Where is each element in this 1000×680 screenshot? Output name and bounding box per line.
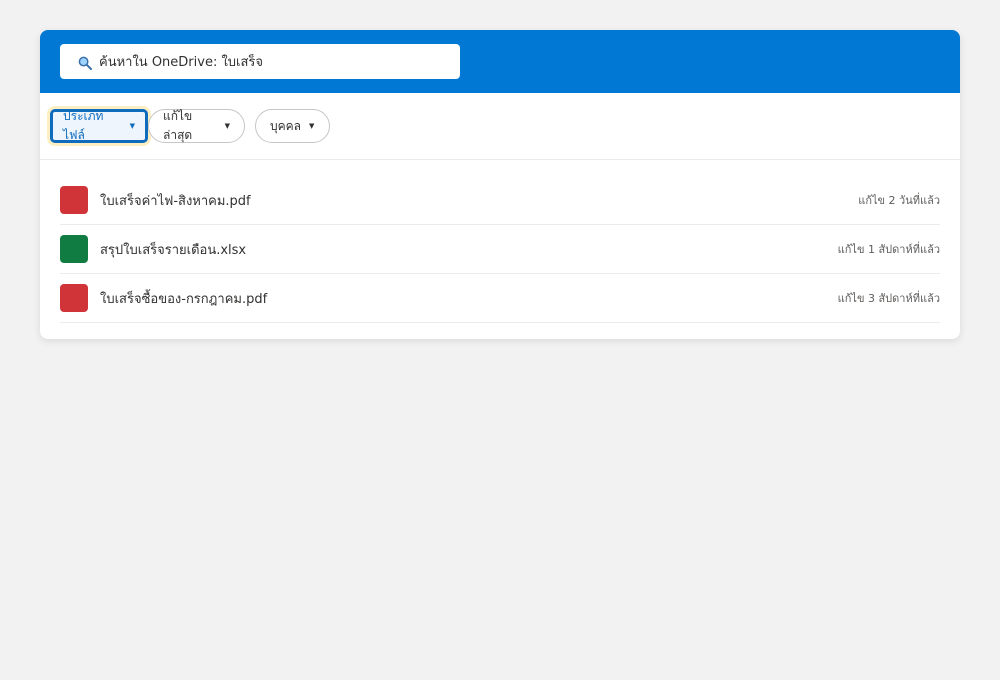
search-box[interactable] [60, 44, 460, 79]
filter-bar: ประเภทไฟล์ ▼ แก้ไขล่าสุด ▼ บุคคล ▼ [40, 93, 960, 160]
search-icon [78, 55, 92, 70]
file-name: ใบเสร็จค่าไฟ-สิงหาคม.pdf [100, 193, 251, 209]
filter-people[interactable]: บุคคล ▼ [255, 109, 330, 143]
filter-file-type[interactable]: ประเภทไฟล์ ▼ [50, 109, 148, 143]
file-modified: แก้ไข 3 สัปดาห์ที่แล้ว [837, 292, 940, 305]
file-row[interactable]: ใบเสร็จซื้อของ-กรกฎาคม.pdf แก้ไข 3 สัปดา… [60, 274, 940, 323]
excel-file-icon [60, 235, 88, 263]
caret-down-icon: ▼ [224, 122, 230, 130]
file-modified: แก้ไข 2 วันที่แล้ว [858, 194, 940, 207]
file-name: สรุปใบเสร็จรายเดือน.xlsx [100, 242, 247, 258]
filter-last-modified-label: แก้ไขล่าสุด [163, 109, 193, 142]
caret-down-icon: ▼ [309, 122, 315, 130]
file-row[interactable]: ใบเสร็จค่าไฟ-สิงหาคม.pdf แก้ไข 2 วันที่แ… [60, 176, 940, 225]
caret-down-icon: ▼ [129, 122, 135, 130]
pdf-file-icon [60, 186, 88, 214]
onedrive-search-panel: ประเภทไฟล์ ▼ แก้ไขล่าสุด ▼ บุคคล ▼ ใบเสร… [40, 30, 960, 339]
file-row[interactable]: สรุปใบเสร็จรายเดือน.xlsx แก้ไข 1 สัปดาห์… [60, 225, 940, 274]
file-list: ใบเสร็จค่าไฟ-สิงหาคม.pdf แก้ไข 2 วันที่แ… [60, 176, 940, 323]
file-modified: แก้ไข 1 สัปดาห์ที่แล้ว [837, 243, 940, 256]
filter-file-type-label: ประเภทไฟล์ [63, 109, 104, 142]
filter-last-modified[interactable]: แก้ไขล่าสุด ▼ [148, 109, 245, 143]
filter-people-label: บุคคล [270, 118, 302, 133]
file-name: ใบเสร็จซื้อของ-กรกฎาคม.pdf [100, 291, 268, 307]
pdf-file-icon [60, 284, 88, 312]
search-header [40, 30, 960, 93]
search-input[interactable] [99, 54, 439, 69]
